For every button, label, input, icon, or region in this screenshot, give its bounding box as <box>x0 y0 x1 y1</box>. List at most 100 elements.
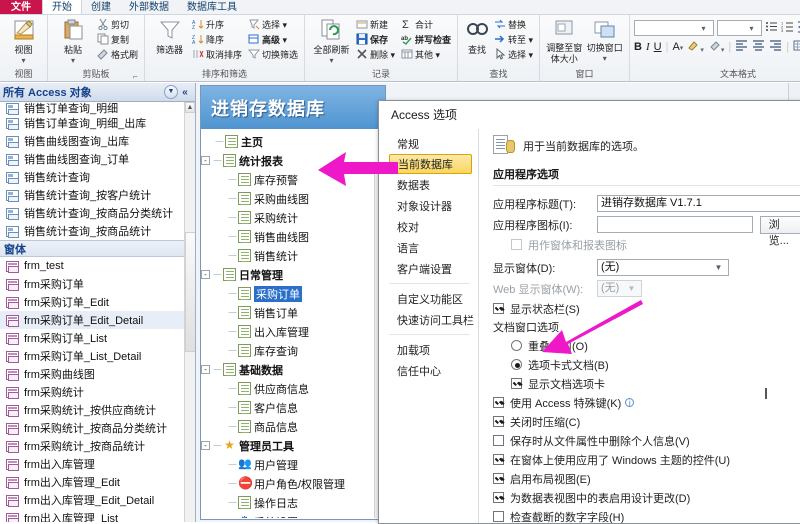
view-button-caret[interactable]: ▾ <box>4 56 43 65</box>
show-status-bar-row[interactable]: 显示状态栏(S) <box>493 299 800 318</box>
find-button[interactable]: 查找 <box>462 17 492 56</box>
browse-button[interactable]: 浏览... <box>759 215 800 247</box>
paste-button-caret[interactable]: ▾ <box>52 56 94 65</box>
bold-icon[interactable]: B <box>634 41 642 53</box>
bullets-icon[interactable] <box>765 20 778 36</box>
compact-on-close-checkbox[interactable] <box>493 416 504 427</box>
nav-list-item[interactable]: frm出入库管理 <box>0 455 195 473</box>
sort-ascending-button[interactable]: AZ 升序 <box>192 17 244 32</box>
switchboard-tree-item[interactable]: ─ 操作日志 <box>201 493 385 512</box>
font-name-combo[interactable]: ▾ <box>634 20 715 36</box>
double-chevron-left-icon[interactable]: « <box>178 87 192 98</box>
nav-list-item[interactable]: 销售统计查询_按商品分类统计 <box>0 204 195 222</box>
totals-button[interactable]: Σ 合计 <box>401 17 453 31</box>
new-record-button[interactable]: 新建 <box>356 17 397 31</box>
nav-list-item[interactable]: frm采购订单_List_Detail <box>0 347 195 365</box>
underline-icon[interactable]: U <box>654 41 662 53</box>
select-button[interactable]: 选择 ▾ <box>494 47 535 61</box>
nav-list-item[interactable]: frm采购统计_按供应商统计 <box>0 401 195 419</box>
dialog-category-item[interactable]: 当前数据库 <box>389 154 472 174</box>
info-icon[interactable]: i <box>625 398 635 408</box>
switchboard-tree-item[interactable]: - ─ 统计报表 <box>201 151 385 170</box>
numbering-icon[interactable]: 123 <box>781 20 794 36</box>
nav-list-item[interactable]: frm采购订单 <box>0 275 195 293</box>
nav-list-item[interactable]: 销售订单查询_明细 <box>0 102 195 115</box>
switchboard-tree-item[interactable]: ─⚙系统设置 <box>201 512 385 518</box>
gridlines-icon[interactable]: ▾ <box>793 39 800 55</box>
overlapping-windows-row[interactable]: 重叠窗口(O) <box>493 336 800 355</box>
switchboard-tree-item[interactable]: ─ 采购统计 <box>201 208 385 227</box>
switchboard-tree-item[interactable]: ─ 客户信息 <box>201 398 385 417</box>
background-color-icon[interactable]: ▾ <box>708 39 724 55</box>
enable-design-changes-row[interactable]: 为数据表视图中的表启用设计更改(D) <box>493 488 800 507</box>
switchboard-tree-item[interactable]: ─ 库存预警 <box>201 170 385 189</box>
switchboard-tree-item[interactable]: ─ 主页 <box>201 132 385 151</box>
filter-button[interactable]: 筛选器 <box>149 17 190 56</box>
nav-list-item[interactable]: 销售订单查询_明细_出库 <box>0 114 195 132</box>
nav-list-item[interactable]: frm采购订单_Edit <box>0 293 195 311</box>
compact-on-close-row[interactable]: 关闭时压缩(C) <box>493 412 800 431</box>
enable-layout-view-row[interactable]: 启用布局视图(E) <box>493 469 800 488</box>
sort-descending-button[interactable]: ZA 降序 <box>192 32 244 47</box>
cut-button[interactable]: 剪切 <box>97 17 140 31</box>
enable-layout-view-checkbox[interactable] <box>493 473 504 484</box>
switchboard-tree-item[interactable]: ─ 供应商信息 <box>201 379 385 398</box>
switchboard-tree-item[interactable]: - ─ 日常管理 <box>201 265 385 284</box>
switchboard-tree-item[interactable]: - ─ ★ 管理员工具 <box>201 436 385 455</box>
overlapping-windows-radio[interactable] <box>511 340 522 351</box>
nav-list-item[interactable]: 销售曲线图查询_订单 <box>0 150 195 168</box>
show-document-tabs-checkbox[interactable] <box>511 378 522 389</box>
nav-list-item[interactable]: frm出入库管理_Edit_Detail <box>0 491 195 509</box>
navigation-pane-list[interactable]: 销售订单查询_明细 销售订单查询_明细_出库 销售曲线图查询_出库 销售曲线图查询_订… <box>0 102 195 522</box>
show-document-tabs-row[interactable]: 显示文档选项卡 <box>493 374 800 393</box>
nav-list-item[interactable]: 销售统计查询 <box>0 168 195 186</box>
switch-windows-button[interactable]: 切换窗口 ▾ <box>585 17 626 63</box>
copy-button[interactable]: 复制 <box>97 32 140 46</box>
nav-group-header[interactable]: 窗体⌃ <box>0 240 195 257</box>
switchboard-tree-item[interactable]: - ─ 基础数据 <box>201 360 385 379</box>
switchboard-tree-item[interactable]: ─ 销售统计 <box>201 246 385 265</box>
dialog-category-item[interactable]: 信任中心 <box>389 360 478 381</box>
format-painter-button[interactable]: 格式刷 <box>97 47 140 61</box>
nav-list-item[interactable]: frm采购曲线图 <box>0 365 195 383</box>
tree-expander-icon[interactable]: - <box>201 156 210 165</box>
highlight-icon[interactable]: ▾ <box>687 39 704 55</box>
clipboard-dialog-launcher[interactable]: ⌐ <box>133 72 141 81</box>
size-to-fit-form-button[interactable]: 调整至窗体大小 <box>544 17 585 64</box>
use-windows-themed-controls-row[interactable]: 在窗体上使用应用了 Windows 主题的控件(U) <box>493 450 800 469</box>
save-record-button[interactable]: 保存 <box>356 32 397 46</box>
check-truncated-number-row[interactable]: 检查截断的数字字段(H) <box>493 507 800 523</box>
app-icon-input[interactable] <box>597 216 753 233</box>
use-access-special-keys-checkbox[interactable] <box>493 397 504 408</box>
tree-expander-icon[interactable]: - <box>201 441 210 450</box>
switchboard-tree-item[interactable]: ─ 采购订单 <box>201 284 385 303</box>
dialog-category-item[interactable]: 数据表 <box>389 174 478 195</box>
goto-button[interactable]: 转至 ▾ <box>494 32 535 46</box>
dialog-category-list[interactable]: 常规 当前数据库 数据表 对象设计器 校对 语言 客户端设置 自定义功能区 快速访问工具栏 加载项… <box>389 129 479 523</box>
more-button[interactable]: 其他 ▾ <box>401 47 453 61</box>
nav-list-item[interactable]: frm采购订单_List <box>0 329 195 347</box>
scrollbar-thumb[interactable] <box>185 232 195 352</box>
spelling-button[interactable]: ab 拼写检查 <box>401 32 453 46</box>
switchboard-tree-item[interactable]: ─ 销售曲线图 <box>201 227 385 246</box>
show-status-bar-checkbox[interactable] <box>493 303 504 314</box>
nav-list-item[interactable]: frm出入库管理_List <box>0 509 195 522</box>
display-form-combo[interactable]: (无) ▼ <box>597 259 729 276</box>
dialog-category-item[interactable]: 校对 <box>389 216 478 237</box>
italic-icon[interactable]: I <box>646 41 650 53</box>
ribbon-tab-create[interactable]: 创建 <box>82 0 120 14</box>
tree-expander-icon[interactable]: - <box>201 365 210 374</box>
switch-windows-caret[interactable]: ▾ <box>585 54 626 63</box>
use-access-special-keys-row[interactable]: 使用 Access 特殊键(K) i <box>493 393 800 412</box>
switchboard-tree-item[interactable]: ─ 销售订单 <box>201 303 385 322</box>
switchboard-tree-item[interactable]: ─ ⛔ 用户角色/权限管理 <box>201 474 385 493</box>
align-center-icon[interactable] <box>752 39 765 55</box>
replace-button[interactable]: 替换 <box>494 17 535 31</box>
nav-list-item[interactable]: 销售统计查询_按客户统计 <box>0 186 195 204</box>
dialog-category-item[interactable]: 加载项 <box>389 339 478 360</box>
nav-list-item[interactable]: frm采购统计 <box>0 383 195 401</box>
nav-list-item[interactable]: frm采购订单_Edit_Detail <box>0 311 195 329</box>
paste-button[interactable]: 粘贴 ▾ <box>52 17 94 65</box>
nav-list-item[interactable]: frm采购统计_按商品统计 <box>0 437 195 455</box>
switchboard-tree-item[interactable]: ─ 出入库管理 <box>201 322 385 341</box>
